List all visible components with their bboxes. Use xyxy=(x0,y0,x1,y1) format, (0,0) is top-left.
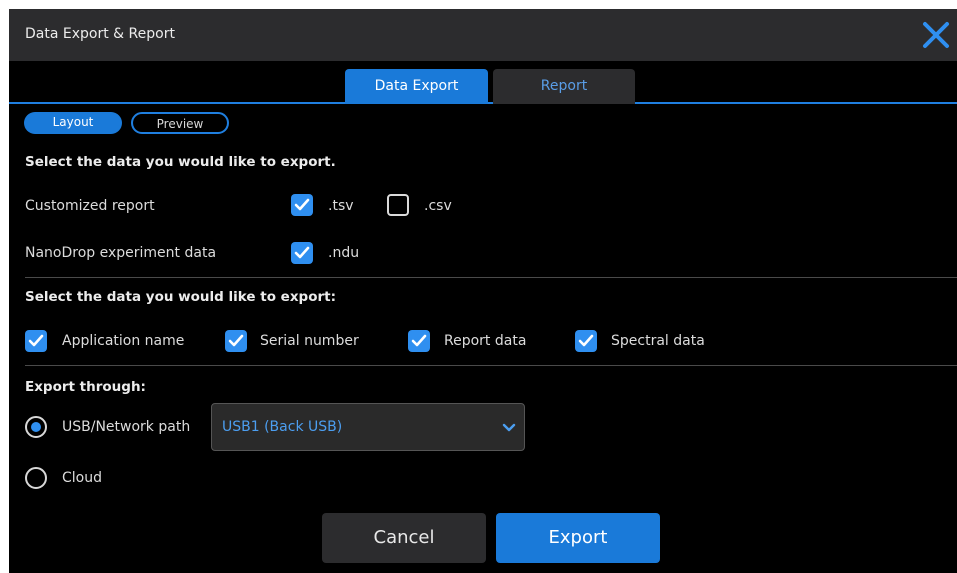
export-file-heading: Select the data you would like to export… xyxy=(25,154,336,170)
nanodrop-data-label: NanoDrop experiment data xyxy=(25,245,217,261)
section-divider xyxy=(25,277,957,278)
serial-number-checkbox[interactable] xyxy=(225,330,247,352)
checkmark-icon xyxy=(28,334,44,347)
ndu-checkbox[interactable] xyxy=(291,242,313,264)
export-fields-heading: Select the data you would like to export… xyxy=(25,289,336,305)
serial-number-label: Serial number xyxy=(260,333,359,349)
subtab-layout[interactable]: Layout xyxy=(24,112,122,134)
close-button[interactable] xyxy=(921,20,951,50)
tab-data-export[interactable]: Data Export xyxy=(345,69,488,104)
spectral-data-checkbox[interactable] xyxy=(575,330,597,352)
checkmark-icon xyxy=(294,198,310,211)
radio-selected-dot xyxy=(31,422,41,432)
checkmark-icon xyxy=(294,246,310,259)
tsv-checkbox[interactable] xyxy=(291,194,313,216)
checkmark-icon xyxy=(578,334,594,347)
application-name-label: Application name xyxy=(62,333,185,349)
dialog-title: Data Export & Report xyxy=(25,26,175,42)
ndu-label: .ndu xyxy=(328,245,360,261)
chevron-down-icon xyxy=(502,423,516,432)
application-name-checkbox[interactable] xyxy=(25,330,47,352)
cloud-radio[interactable] xyxy=(25,467,47,489)
csv-label: .csv xyxy=(424,198,452,214)
section-divider xyxy=(25,365,957,366)
cancel-button[interactable]: Cancel xyxy=(322,513,486,563)
customized-report-label: Customized report xyxy=(25,198,155,214)
tsv-label: .tsv xyxy=(328,198,354,214)
export-button[interactable]: Export xyxy=(496,513,660,563)
close-icon xyxy=(923,22,949,48)
destination-value: USB1 (Back USB) xyxy=(222,419,343,435)
tab-bar: Data Export Report xyxy=(9,61,957,104)
report-data-label: Report data xyxy=(444,333,527,349)
export-dialog: Data Export & Report Data Export Report … xyxy=(9,9,957,573)
checkmark-icon xyxy=(411,334,427,347)
checkmark-icon xyxy=(228,334,244,347)
cloud-label: Cloud xyxy=(62,470,102,486)
tab-report[interactable]: Report xyxy=(493,69,635,104)
title-bar: Data Export & Report xyxy=(9,9,957,61)
usb-network-label: USB/Network path xyxy=(62,419,191,435)
subtab-preview[interactable]: Preview xyxy=(131,112,229,134)
csv-checkbox[interactable] xyxy=(387,194,409,216)
export-through-heading: Export through: xyxy=(25,379,146,395)
destination-select[interactable]: USB1 (Back USB) xyxy=(211,403,525,451)
spectral-data-label: Spectral data xyxy=(611,333,705,349)
usb-network-radio[interactable] xyxy=(25,416,47,438)
report-data-checkbox[interactable] xyxy=(408,330,430,352)
